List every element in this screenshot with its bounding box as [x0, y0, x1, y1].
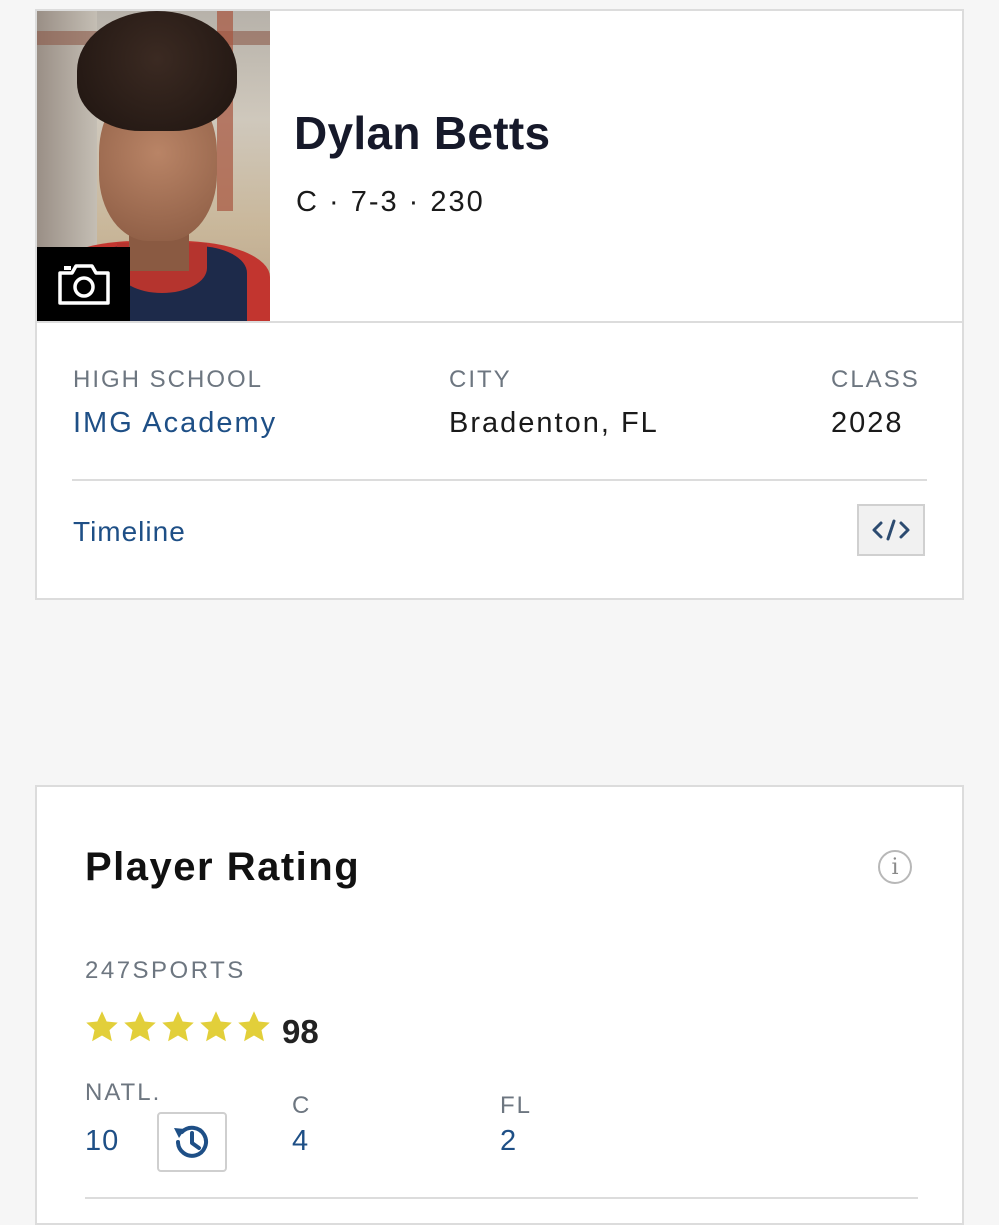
state-rank-value[interactable]: 2: [500, 1125, 517, 1158]
star-icon: [200, 1011, 232, 1042]
city-label: CITY: [449, 366, 512, 393]
rank-history-button[interactable]: [157, 1112, 227, 1172]
rating-source-label: 247SPORTS: [85, 957, 246, 984]
star-icon: [124, 1011, 156, 1042]
class-label: CLASS: [831, 366, 920, 393]
state-rank-label: FL: [500, 1092, 533, 1119]
code-embed-icon: [872, 519, 910, 541]
section-title: Player Rating: [85, 845, 361, 889]
camera-icon: [57, 264, 110, 305]
star-rating: [84, 1009, 272, 1045]
embed-button[interactable]: [857, 504, 925, 556]
star-icon: [86, 1011, 118, 1042]
divider: [72, 479, 927, 481]
position-rank-label: C: [292, 1092, 312, 1119]
high-school-link[interactable]: IMG Academy: [73, 407, 277, 440]
camera-button[interactable]: [37, 247, 130, 321]
divider: [37, 321, 962, 323]
timeline-link[interactable]: Timeline: [73, 516, 186, 548]
player-position-height-weight: C · 7-3 · 230: [296, 186, 485, 218]
player-name: Dylan Betts: [294, 107, 551, 159]
history-icon: [174, 1125, 208, 1158]
city-value: Bradenton, FL: [449, 407, 659, 439]
player-profile-card: Dylan Betts C · 7-3 · 230 HIGH SCHOOL IM…: [35, 9, 964, 600]
star-icon: [162, 1011, 194, 1042]
info-icon[interactable]: i: [878, 850, 912, 884]
player-photo: [37, 11, 270, 321]
position-rank-value[interactable]: 4: [292, 1125, 309, 1158]
divider: [85, 1197, 918, 1199]
rating-score: 98: [282, 1013, 319, 1050]
national-rank-value[interactable]: 10: [85, 1125, 119, 1158]
star-icon: [238, 1011, 270, 1042]
class-value: 2028: [831, 407, 904, 439]
national-rank-label: NATL.: [85, 1079, 162, 1106]
high-school-label: HIGH SCHOOL: [73, 366, 264, 393]
player-rating-card: Player Rating i 247SPORTS 98 NATL. 10 C …: [35, 785, 964, 1225]
